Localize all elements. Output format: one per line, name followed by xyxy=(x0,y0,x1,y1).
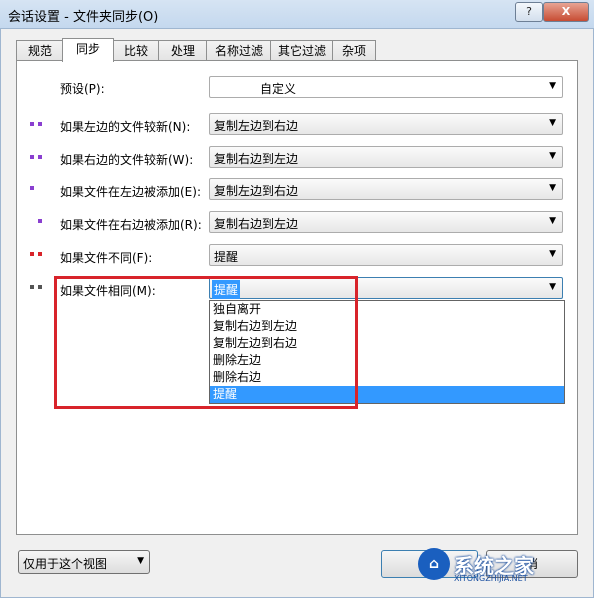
chevron-down-icon: ▼ xyxy=(549,151,556,161)
window-title: 会话设置 - 文件夹同步(O) xyxy=(8,10,159,25)
right-added-label: 如果文件在右边被添加(R): xyxy=(60,218,202,232)
left-newer-marker-icon xyxy=(30,122,46,126)
left-newer-value: 复制左边到右边 xyxy=(214,119,299,133)
watermark-logo-icon: ⌂ xyxy=(418,548,450,580)
right-newer-select[interactable]: 复制右边到左边 ▼ xyxy=(209,146,563,168)
view-scope-value: 仅用于这个视图 xyxy=(23,557,108,571)
tab-spec[interactable]: 规范 xyxy=(16,40,64,61)
right-newer-label: 如果右边的文件较新(W): xyxy=(60,153,194,167)
title-bar: 会话设置 - 文件夹同步(O) ? X xyxy=(0,0,594,29)
preset-label: 预设(P): xyxy=(60,82,105,96)
watermark: ⌂ 系统之家 XITONGZHIJIA.NET xyxy=(418,546,588,586)
left-added-label: 如果文件在左边被添加(E): xyxy=(60,185,201,199)
left-newer-label: 如果左边的文件较新(N): xyxy=(60,120,191,134)
right-newer-marker-icon xyxy=(30,155,46,159)
chevron-down-icon: ▼ xyxy=(549,282,556,292)
files-differ-label: 如果文件不同(F): xyxy=(60,251,153,265)
close-button[interactable]: X xyxy=(543,2,589,22)
view-scope-select[interactable]: 仅用于这个视图 ▼ xyxy=(18,550,150,574)
tab-sync[interactable]: 同步 xyxy=(62,38,114,62)
left-added-value: 复制左边到右边 xyxy=(214,184,299,198)
tab-compare[interactable]: 比较 xyxy=(112,40,160,61)
tab-other-filter[interactable]: 其它过滤 xyxy=(270,40,334,61)
preset-select[interactable]: 自定义 ▼ xyxy=(209,76,563,98)
right-newer-value: 复制右边到左边 xyxy=(214,152,299,166)
left-newer-select[interactable]: 复制左边到右边 ▼ xyxy=(209,113,563,135)
files-differ-select[interactable]: 提醒 ▼ xyxy=(209,244,563,266)
files-differ-marker-icon xyxy=(30,252,46,256)
chevron-down-icon: ▼ xyxy=(549,118,556,128)
left-added-select[interactable]: 复制左边到右边 ▼ xyxy=(209,178,563,200)
files-same-marker-icon xyxy=(30,285,46,289)
chevron-down-icon: ▼ xyxy=(137,556,144,566)
tab-name-filter[interactable]: 名称过滤 xyxy=(206,40,272,61)
files-differ-value: 提醒 xyxy=(214,250,239,264)
chevron-down-icon: ▼ xyxy=(549,183,556,193)
watermark-subtext: XITONGZHIJIA.NET xyxy=(454,574,528,583)
right-added-select[interactable]: 复制右边到左边 ▼ xyxy=(209,211,563,233)
annotation-highlight-box xyxy=(54,276,358,409)
preset-value: 自定义 xyxy=(260,82,297,96)
left-added-marker-icon xyxy=(30,186,46,190)
right-added-marker-icon xyxy=(30,219,46,223)
chevron-down-icon: ▼ xyxy=(549,81,556,91)
right-added-value: 复制右边到左边 xyxy=(214,217,299,231)
chevron-down-icon: ▼ xyxy=(549,249,556,259)
tab-misc[interactable]: 杂项 xyxy=(332,40,376,61)
chevron-down-icon: ▼ xyxy=(549,216,556,226)
tab-handling[interactable]: 处理 xyxy=(158,40,208,61)
help-button[interactable]: ? xyxy=(515,2,543,22)
